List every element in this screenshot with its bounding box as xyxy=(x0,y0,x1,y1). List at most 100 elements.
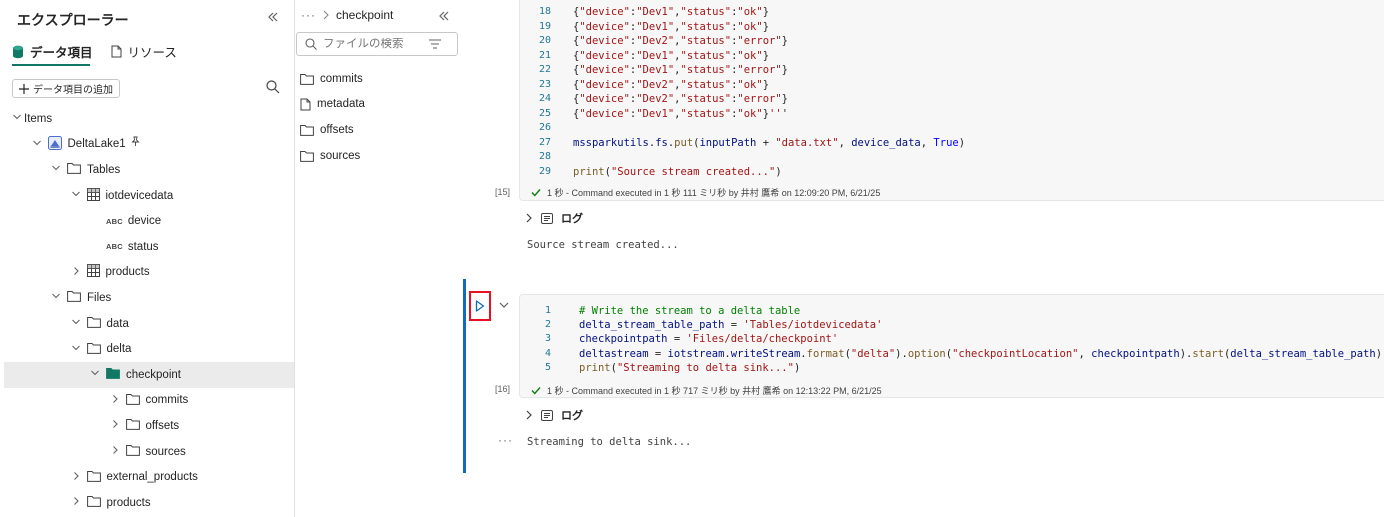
tree-item-tables[interactable]: Tables xyxy=(4,157,294,183)
code-line[interactable]: {"device":"Dev2","status":"error"} xyxy=(573,35,788,47)
folder-icon xyxy=(67,163,81,175)
tree-item-label: Tables xyxy=(87,163,121,176)
chevron-down-icon xyxy=(499,302,509,308)
folder-icon xyxy=(86,317,101,328)
search-icon xyxy=(305,38,317,50)
tree-item-data[interactable]: data xyxy=(4,311,294,337)
tree-item-label: DeltaLake1 xyxy=(67,138,126,151)
cell-2-log-toggle[interactable]: ログ xyxy=(525,407,583,423)
log-icon xyxy=(541,212,553,224)
line-number: 24 xyxy=(538,93,551,104)
tree-item-label: device xyxy=(127,215,162,228)
tree-item-label: products xyxy=(106,496,151,509)
breadcrumb-more-button[interactable]: ··· xyxy=(301,8,316,22)
code-line[interactable]: print("Source stream created...") xyxy=(573,166,782,178)
tree-item-status[interactable]: ABC status xyxy=(4,234,294,260)
tree-item-icon xyxy=(86,187,100,204)
chevron-right-icon xyxy=(73,471,79,480)
tree-item-files[interactable]: Files xyxy=(4,285,294,311)
code-line[interactable]: {"device":"Dev2","status":"ok"} xyxy=(573,79,769,91)
tree-expander[interactable] xyxy=(88,369,102,380)
pin-icon xyxy=(131,136,140,146)
table-icon xyxy=(86,264,100,278)
folder-icon xyxy=(125,393,140,405)
breadcrumb-current[interactable]: checkpoint xyxy=(336,8,393,22)
tree-expander[interactable] xyxy=(69,318,83,329)
tree-expander[interactable] xyxy=(69,496,83,509)
tree-item-products[interactable]: products xyxy=(4,260,294,286)
chevron-right-icon xyxy=(73,497,79,506)
tree-expander[interactable] xyxy=(69,190,83,201)
chevron-right-icon xyxy=(323,10,329,20)
database-icon xyxy=(13,45,23,58)
tree-item-checkpoint[interactable]: checkpoint xyxy=(4,361,294,388)
file-item-metadata[interactable]: metadata xyxy=(300,92,365,118)
tree-item-offsets[interactable]: offsets xyxy=(4,413,294,439)
cell-1-log-toggle[interactable]: ログ xyxy=(525,210,583,226)
tree-item-external-products[interactable]: external_products xyxy=(4,464,294,490)
folder-icon xyxy=(300,150,314,162)
tab-resources[interactable]: リソース xyxy=(111,42,177,61)
line-number: 28 xyxy=(538,151,551,162)
file-item-commits[interactable]: commits xyxy=(300,66,365,92)
chevron-down-icon xyxy=(71,191,80,197)
tree-item-deltalake1[interactable]: DeltaLake1 xyxy=(4,132,294,158)
tree-item-commits[interactable]: commits xyxy=(4,388,294,414)
tree-item-icon xyxy=(106,367,120,382)
tree-item-icon xyxy=(47,135,62,153)
tree-item-delta[interactable]: delta xyxy=(4,336,294,362)
code-line[interactable]: {"device":"Dev1","status":"ok"} xyxy=(573,6,769,18)
explorer-search-button[interactable] xyxy=(266,80,282,96)
tree-expander[interactable] xyxy=(49,292,63,303)
chevron-right-icon xyxy=(526,213,532,223)
log-icon xyxy=(541,409,553,421)
code-line[interactable]: {"device":"Dev2","status":"error"} xyxy=(573,93,788,105)
tree-item-sources[interactable]: sources xyxy=(4,439,294,465)
notebook-area: 18 {"device":"Dev1","status":"ok"} 19 {"dev… xyxy=(463,0,1384,517)
tree-item-device[interactable]: ABC device xyxy=(4,208,294,234)
chevron-right-icon xyxy=(73,266,79,275)
code-line[interactable]: {"device":"Dev1","status":"ok"}''' xyxy=(573,108,788,120)
code-line[interactable]: {"device":"Dev1","status":"ok"} xyxy=(573,50,769,62)
folder-icon xyxy=(125,445,140,456)
collapse-explorer-button[interactable] xyxy=(267,10,279,26)
cell-collapse-button[interactable] xyxy=(499,298,509,312)
tree-expander[interactable] xyxy=(49,164,63,175)
tree-item-products[interactable]: products xyxy=(4,490,294,516)
tree-item-icon xyxy=(86,316,101,331)
filter-icon[interactable] xyxy=(429,39,441,49)
code-line[interactable]: mssparkutils.fs.put(inputPath + "data.tx… xyxy=(573,137,965,149)
output-more-button[interactable]: ··· xyxy=(498,433,513,447)
file-item-sources[interactable]: sources xyxy=(300,143,365,169)
tree-item-iotdevicedata[interactable]: iotdevicedata xyxy=(4,183,294,209)
tree-expander[interactable] xyxy=(69,266,83,279)
file-search-input[interactable] xyxy=(323,38,423,50)
code-line[interactable]: delta_stream_table_path = 'Tables/iotdev… xyxy=(579,319,882,331)
collapse-files-button[interactable] xyxy=(438,9,450,25)
cell-1-log-label: ログ xyxy=(561,213,583,225)
file-item-offsets[interactable]: offsets xyxy=(300,117,365,143)
files-pane: ··· checkpoint commits metadata offsets sou… xyxy=(295,0,463,517)
code-line[interactable]: # Write the stream to a delta table xyxy=(579,305,800,317)
code-line[interactable]: deltastream = iotstream.writeStream.form… xyxy=(579,348,1382,360)
tree-expander[interactable] xyxy=(69,344,83,355)
tab-data-items[interactable]: データ項目 xyxy=(12,42,93,61)
code-line[interactable]: {"device":"Dev1","status":"error"} xyxy=(573,64,788,76)
code-line[interactable]: print("Streaming to delta sink...") xyxy=(579,362,800,374)
tree-item-items[interactable]: Items xyxy=(4,106,294,132)
code-line[interactable]: checkpointpath = 'Files/delta/checkpoint… xyxy=(579,333,838,345)
folder-icon xyxy=(300,73,314,85)
tree-expander[interactable] xyxy=(108,445,122,458)
tree-expander[interactable] xyxy=(69,471,83,484)
tree-expander[interactable] xyxy=(30,139,44,150)
run-cell-button[interactable] xyxy=(469,291,491,321)
table-icon xyxy=(86,187,100,201)
search-icon xyxy=(266,80,280,94)
tree-expander[interactable] xyxy=(10,113,24,124)
cell-1-output: Source stream created... xyxy=(527,239,679,251)
tree-expander[interactable] xyxy=(108,394,122,407)
code-line[interactable]: {"device":"Dev1","status":"ok"} xyxy=(573,21,769,33)
double-chevron-left-icon xyxy=(268,12,278,22)
add-data-item-button[interactable]: データ項目の追加 xyxy=(12,79,120,98)
tree-expander[interactable] xyxy=(108,419,122,432)
